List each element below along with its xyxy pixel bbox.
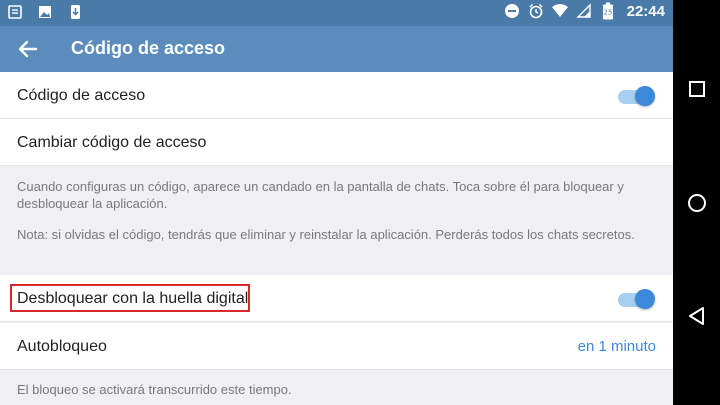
image-icon <box>36 3 54 21</box>
fingerprint-toggle[interactable] <box>618 289 655 309</box>
autolock-label: Autobloqueo <box>17 338 107 355</box>
autolock-row[interactable]: Autobloqueo en 1 minuto <box>0 323 673 370</box>
notes-icon <box>6 3 24 21</box>
autolock-value[interactable]: en 1 minuto <box>578 338 656 355</box>
settings-list: Código de acceso Cambiar código de acces… <box>0 72 673 405</box>
autolock-info-section: El bloqueo se activará transcurrido este… <box>0 370 673 405</box>
back-triangle-icon[interactable] <box>686 305 708 327</box>
change-passcode-label: Cambiar código de acceso <box>17 134 207 151</box>
autolock-info-text: El bloqueo se activará transcurrido este… <box>17 382 292 397</box>
change-passcode-row[interactable]: Cambiar código de acceso <box>0 119 673 166</box>
passcode-row[interactable]: Código de acceso <box>0 72 673 119</box>
wifi-icon <box>551 2 569 20</box>
back-arrow-icon[interactable] <box>16 37 40 61</box>
battery-icon: 25 <box>599 2 617 20</box>
passcode-note-text: Nota: si olvidas el código, tendrás que … <box>17 227 635 242</box>
phone-download-icon <box>66 3 84 21</box>
passcode-info-text: Cuando configuras un código, aparece un … <box>17 179 624 211</box>
passcode-info-section: Cuando configuras un código, aparece un … <box>0 166 673 275</box>
navigation-bar <box>673 0 720 405</box>
do-not-disturb-icon <box>503 2 521 20</box>
home-circle-icon[interactable] <box>686 192 708 214</box>
passcode-toggle[interactable] <box>618 86 655 106</box>
clock: 22:44 <box>626 2 665 20</box>
alarm-icon <box>527 2 545 20</box>
passcode-label: Código de acceso <box>17 87 146 104</box>
page-title: Código de acceso <box>71 38 226 58</box>
recents-square-icon[interactable] <box>686 78 708 100</box>
status-bar: 25 22:44 <box>0 0 673 26</box>
app-bar: Código de acceso <box>0 26 673 72</box>
highlight-box <box>10 284 250 312</box>
signal-icon <box>575 2 593 20</box>
svg-text:25: 25 <box>603 9 612 17</box>
